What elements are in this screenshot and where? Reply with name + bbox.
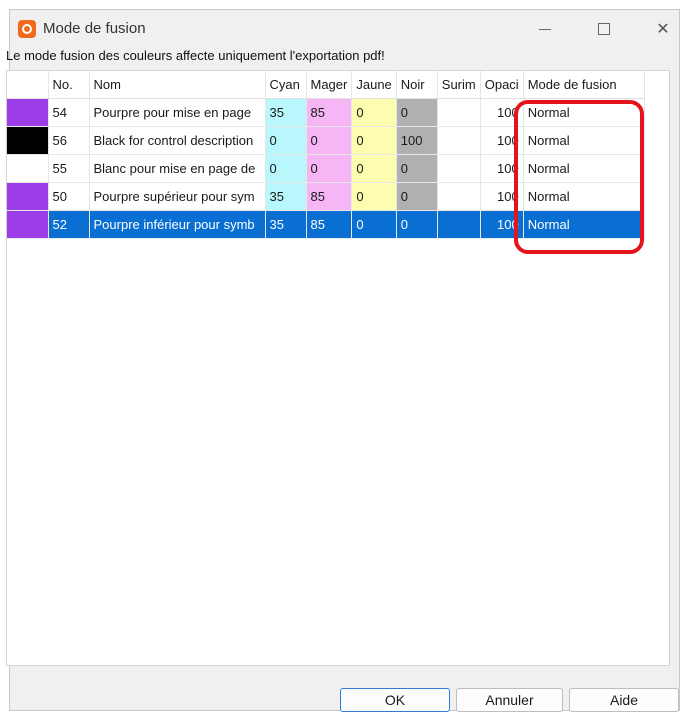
- table-row[interactable]: 55 Blanc pour mise en page de 0 0 0 0 100 Norma…: [7, 154, 645, 183]
- close-button[interactable]: ✕: [643, 14, 682, 44]
- color-table[interactable]: No. Nom Cyan Mager Jaune Noir Surim Opac…: [6, 70, 670, 666]
- cell-noir: 0: [396, 154, 438, 183]
- color-swatch: [7, 211, 47, 238]
- cell-magenta: 0: [306, 154, 353, 183]
- cell-opacite: 100: [480, 154, 524, 183]
- color-swatch: [7, 183, 47, 210]
- cell-cyan: 0: [265, 126, 307, 155]
- color-swatch: [7, 99, 47, 126]
- maximize-button[interactable]: [584, 14, 624, 44]
- cell-nom: Pourpre pour mise en page: [89, 98, 266, 127]
- table-row[interactable]: 56 Black for control description 0 0 0 100 100…: [7, 126, 645, 155]
- cell-nom: Pourpre supérieur pour sym: [89, 182, 266, 211]
- cell-mode-de-fusion[interactable]: Normal: [523, 182, 645, 211]
- cancel-button[interactable]: Annuler: [456, 688, 563, 712]
- cell-swatch: [7, 182, 49, 211]
- app-logo-icon: [18, 20, 36, 38]
- table-row[interactable]: 50 Pourpre supérieur pour sym 35 85 0 0 100 Nor…: [7, 182, 645, 211]
- cell-surimpression: [437, 154, 481, 183]
- column-header-jaune[interactable]: Jaune: [351, 71, 397, 99]
- close-icon: ✕: [656, 21, 670, 38]
- column-header-magenta[interactable]: Mager: [306, 71, 353, 99]
- title-bar[interactable]: Mode de fusion ✕: [10, 10, 679, 48]
- cell-jaune: 0: [351, 182, 397, 211]
- cell-cyan: 35: [265, 210, 307, 239]
- cell-mode-de-fusion[interactable]: Normal: [523, 98, 645, 127]
- ok-button[interactable]: OK: [340, 688, 450, 712]
- cell-no: 52: [48, 210, 90, 239]
- cell-swatch: [7, 210, 49, 239]
- cell-swatch: [7, 154, 49, 183]
- cell-surimpression: [437, 126, 481, 155]
- cell-mode-de-fusion[interactable]: Normal: [523, 210, 645, 239]
- cell-jaune: 0: [351, 126, 397, 155]
- maximize-icon: [598, 23, 610, 35]
- help-button[interactable]: Aide: [569, 688, 679, 712]
- color-swatch: [7, 155, 47, 182]
- cell-opacite: 100: [480, 210, 524, 239]
- column-header-mode-de-fusion[interactable]: Mode de fusion: [523, 71, 645, 99]
- cell-cyan: 35: [265, 182, 307, 211]
- cell-no: 55: [48, 154, 90, 183]
- column-header-opacite[interactable]: Opaci: [480, 71, 524, 99]
- cell-opacite: 100: [480, 182, 524, 211]
- cell-magenta: 85: [306, 210, 353, 239]
- cell-jaune: 0: [351, 98, 397, 127]
- color-swatch: [7, 127, 47, 154]
- cell-noir: 0: [396, 98, 438, 127]
- info-text: Le mode fusion des couleurs affecte uniq…: [6, 48, 385, 63]
- cell-nom: Black for control description: [89, 126, 266, 155]
- column-header-no[interactable]: No.: [48, 71, 90, 99]
- cell-magenta: 0: [306, 126, 353, 155]
- cell-no: 54: [48, 98, 90, 127]
- minimize-icon: [539, 28, 551, 30]
- cell-surimpression: [437, 98, 481, 127]
- minimize-button[interactable]: [525, 14, 565, 44]
- table-header-row: No. Nom Cyan Mager Jaune Noir Surim Opac…: [7, 71, 645, 99]
- cell-cyan: 35: [265, 98, 307, 127]
- column-header-swatch[interactable]: [7, 71, 49, 99]
- table-row[interactable]: 54 Pourpre pour mise en page 35 85 0 0 100 Norm…: [7, 98, 645, 127]
- column-header-surimpression[interactable]: Surim: [437, 71, 481, 99]
- cell-no: 50: [48, 182, 90, 211]
- cell-mode-de-fusion[interactable]: Normal: [523, 154, 645, 183]
- column-header-noir[interactable]: Noir: [396, 71, 438, 99]
- cell-opacite: 100: [480, 126, 524, 155]
- cell-nom: Blanc pour mise en page de: [89, 154, 266, 183]
- window-title: Mode de fusion: [43, 20, 146, 37]
- cell-surimpression: [437, 210, 481, 239]
- cell-no: 56: [48, 126, 90, 155]
- cell-jaune: 0: [351, 154, 397, 183]
- cell-noir: 100: [396, 126, 438, 155]
- cell-cyan: 0: [265, 154, 307, 183]
- cell-swatch: [7, 126, 49, 155]
- cell-mode-de-fusion[interactable]: Normal: [523, 126, 645, 155]
- cell-noir: 0: [396, 182, 438, 211]
- cell-noir: 0: [396, 210, 438, 239]
- cell-surimpression: [437, 182, 481, 211]
- table-row[interactable]: 52 Pourpre inférieur pour symb 35 85 0 0 100 No…: [7, 210, 645, 239]
- column-header-cyan[interactable]: Cyan: [265, 71, 307, 99]
- cell-magenta: 85: [306, 182, 353, 211]
- cell-opacite: 100: [480, 98, 524, 127]
- color-table-grid: No. Nom Cyan Mager Jaune Noir Surim Opac…: [7, 71, 645, 239]
- cell-nom: Pourpre inférieur pour symb: [89, 210, 266, 239]
- cell-swatch: [7, 98, 49, 127]
- column-header-nom[interactable]: Nom: [89, 71, 266, 99]
- cell-magenta: 85: [306, 98, 353, 127]
- cell-jaune: 0: [351, 210, 397, 239]
